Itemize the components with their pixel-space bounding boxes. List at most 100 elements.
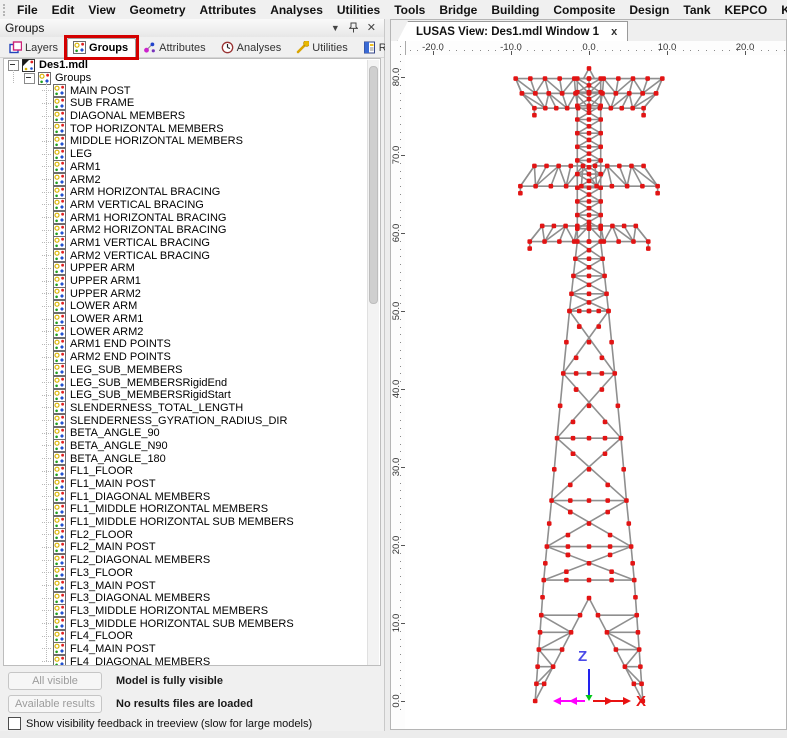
tree-item[interactable]: SLENDERNESS_TOTAL_LENGTH: [4, 402, 380, 415]
tree-item[interactable]: UPPER ARM1: [4, 275, 380, 288]
tree-item[interactable]: FL2_MAIN POST: [4, 541, 380, 554]
menu-composite[interactable]: Composite: [546, 1, 622, 19]
tree-item[interactable]: SUB FRAME: [4, 97, 380, 110]
tree-item[interactable]: FL4_DIAGONAL MEMBERS: [4, 655, 380, 666]
tree-item[interactable]: ARM1 END POINTS: [4, 338, 380, 351]
pin-icon[interactable]: [349, 22, 358, 35]
tree-item[interactable]: ARM2 VERTICAL BRACING: [4, 249, 380, 262]
tree-item[interactable]: ARM1 HORIZONTAL BRACING: [4, 211, 380, 224]
all-visible-button[interactable]: All visible: [8, 672, 102, 690]
x-axis-label: X: [636, 693, 646, 710]
tree-item[interactable]: ARM1: [4, 161, 380, 174]
tree-item[interactable]: FL1_MIDDLE HORIZONTAL MEMBERS: [4, 503, 380, 516]
view-tab[interactable]: LUSAS View: Des1.mdl Window 1 x: [397, 21, 628, 42]
menu-attributes[interactable]: Attributes: [193, 1, 264, 19]
tree-item[interactable]: LEG_SUB_MEMBERSRigidEnd: [4, 376, 380, 389]
tree-item[interactable]: ARM2 HORIZONTAL BRACING: [4, 224, 380, 237]
toolbar-grip[interactable]: [3, 4, 5, 16]
group-icon: [53, 579, 66, 592]
tree-item[interactable]: FL4_FLOOR: [4, 630, 380, 643]
tree-item[interactable]: LOWER ARM: [4, 300, 380, 313]
tree-scrollbar[interactable]: [367, 60, 379, 666]
menu-view[interactable]: View: [81, 1, 122, 19]
tree-item[interactable]: BETA_ANGLE_90: [4, 427, 380, 440]
tree-item[interactable]: FL1_DIAGONAL MEMBERS: [4, 490, 380, 503]
menu-tools[interactable]: Tools: [387, 1, 432, 19]
tree-item[interactable]: ARM2: [4, 173, 380, 186]
tab-utilities[interactable]: Utilities: [290, 38, 355, 57]
tree-item[interactable]: BETA_ANGLE_180: [4, 452, 380, 465]
tree-item[interactable]: FL3_MAIN POST: [4, 579, 380, 592]
tree-item[interactable]: DIAGONAL MEMBERS: [4, 110, 380, 123]
tree-item-label: TOP HORIZONTAL MEMBERS: [66, 123, 224, 135]
group-icon: [53, 236, 66, 249]
model-view-canvas[interactable]: ZX: [405, 55, 786, 729]
tree-item[interactable]: LOWER ARM1: [4, 313, 380, 326]
tree-item[interactable]: FL1_MAIN POST: [4, 478, 380, 491]
tree-item[interactable]: ARM1 VERTICAL BRACING: [4, 237, 380, 250]
tree-item[interactable]: FL1_MIDDLE HORIZONTAL SUB MEMBERS: [4, 516, 380, 529]
tree-item-label: FL3_DIAGONAL MEMBERS: [66, 592, 210, 604]
group-icon: [53, 275, 66, 288]
tree-connector: [42, 661, 51, 662]
expand-collapse-box[interactable]: [24, 73, 35, 84]
menu-kgs[interactable]: KGS: [774, 1, 787, 19]
panel-title-bar: Groups ▼ ✕: [0, 19, 384, 38]
menu-bridge[interactable]: Bridge: [432, 1, 484, 19]
tab-analyses[interactable]: Analyses: [215, 38, 290, 57]
visibility-feedback-checkbox[interactable]: [8, 717, 21, 730]
menu-geometry[interactable]: Geometry: [122, 1, 192, 19]
tree-item[interactable]: FL3_MIDDLE HORIZONTAL SUB MEMBERS: [4, 617, 380, 630]
tree-item[interactable]: FL3_MIDDLE HORIZONTAL MEMBERS: [4, 605, 380, 618]
tree-item-label: BETA_ANGLE_90: [66, 427, 160, 439]
tree-root-item[interactable]: Des1.mdl: [4, 59, 380, 72]
tree-item[interactable]: FL1_FLOOR: [4, 465, 380, 478]
tree-item[interactable]: ARM HORIZONTAL BRACING: [4, 186, 380, 199]
tree-item[interactable]: ARM VERTICAL BRACING: [4, 199, 380, 212]
tree-item-label: UPPER ARM: [66, 262, 135, 274]
tree-item[interactable]: FL2_FLOOR: [4, 528, 380, 541]
tree-item[interactable]: FL2_DIAGONAL MEMBERS: [4, 554, 380, 567]
menu-file[interactable]: File: [10, 1, 45, 19]
tab-layers[interactable]: Layers: [3, 38, 66, 57]
menu-building[interactable]: Building: [484, 1, 546, 19]
results-status-text: No results files are loaded: [116, 698, 253, 710]
tree-item[interactable]: LEG_SUB_MEMBERSRigidStart: [4, 389, 380, 402]
tree-item[interactable]: LEG: [4, 148, 380, 161]
tree-item[interactable]: BETA_ANGLE_N90: [4, 440, 380, 453]
groups-treeview[interactable]: Des1.mdlGroupsMAIN POSTSUB FRAMEDIAGONAL…: [3, 58, 381, 666]
tree-item[interactable]: LEG_SUB_MEMBERS: [4, 364, 380, 377]
tree-item[interactable]: MAIN POST: [4, 84, 380, 97]
tree-item-label: ARM1 HORIZONTAL BRACING: [66, 212, 226, 224]
group-icon: [53, 503, 66, 516]
tree-item[interactable]: FL3_DIAGONAL MEMBERS: [4, 592, 380, 605]
view-tab-close-icon[interactable]: x: [611, 26, 617, 38]
close-icon[interactable]: ✕: [367, 24, 376, 33]
tree-item[interactable]: TOP HORIZONTAL MEMBERS: [4, 122, 380, 135]
tab-attributes[interactable]: Attributes: [137, 38, 213, 57]
menu-analyses[interactable]: Analyses: [263, 1, 330, 19]
tree-item[interactable]: FL4_MAIN POST: [4, 643, 380, 656]
tree-item[interactable]: LOWER ARM2: [4, 325, 380, 338]
menu-tank[interactable]: Tank: [676, 1, 717, 19]
attributes-icon: [143, 41, 156, 54]
menu-utilities[interactable]: Utilities: [330, 1, 387, 19]
tree-item-label: FL1_MIDDLE HORIZONTAL MEMBERS: [66, 503, 268, 515]
tree-item[interactable]: UPPER ARM: [4, 262, 380, 275]
tab-groups[interactable]: Groups: [67, 38, 136, 57]
tree-item[interactable]: FL3_FLOOR: [4, 567, 380, 580]
tree-item[interactable]: ARM2 END POINTS: [4, 351, 380, 364]
tree-item[interactable]: UPPER ARM2: [4, 287, 380, 300]
panel-title: Groups: [0, 21, 44, 35]
menu-kepco[interactable]: KEPCO: [718, 1, 775, 19]
group-icon: [53, 439, 66, 452]
tree-item[interactable]: SLENDERNESS_GYRATION_RADIUS_DIR: [4, 414, 380, 427]
menu-edit[interactable]: Edit: [45, 1, 82, 19]
menu-design[interactable]: Design: [622, 1, 676, 19]
chevron-down-icon[interactable]: ▼: [331, 24, 340, 33]
tree-item[interactable]: MIDDLE HORIZONTAL MEMBERS: [4, 135, 380, 148]
tree-scrollbar-thumb[interactable]: [369, 66, 378, 304]
available-results-button[interactable]: Available results: [8, 695, 102, 713]
tab-label: Utilities: [312, 42, 347, 54]
tree-groups-folder[interactable]: Groups: [4, 72, 380, 85]
